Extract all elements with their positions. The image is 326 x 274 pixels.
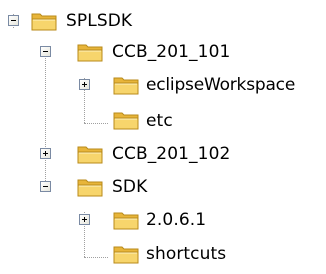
- collapse-toggle-icon[interactable]: [40, 46, 51, 57]
- collapse-toggle-icon[interactable]: [40, 181, 51, 192]
- collapse-toggle-icon[interactable]: [8, 15, 19, 26]
- tree-item-label: SPLSDK: [66, 11, 133, 31]
- expand-toggle-icon[interactable]: [40, 148, 51, 159]
- folder-icon: [31, 13, 57, 31]
- tree-item-label: 2.0.6.1: [146, 210, 207, 230]
- folder-icon: [113, 77, 139, 95]
- tree-item-eclipseworkspace[interactable]: eclipseWorkspace: [0, 73, 326, 99]
- folder-tree: SPLSDK CCB_201_101 eclipseWorkspace etc: [0, 0, 326, 274]
- expand-toggle-icon[interactable]: [79, 214, 90, 225]
- tree-item-label: CCB_201_101: [112, 42, 231, 62]
- tree-item-ccb-201-102[interactable]: CCB_201_102: [0, 141, 240, 167]
- folder-icon: [113, 246, 139, 264]
- tree-item-2-0-6-1[interactable]: 2.0.6.1: [0, 207, 240, 233]
- tree-item-sdk[interactable]: SDK: [0, 174, 200, 200]
- tree-item-label: eclipseWorkspace: [146, 75, 296, 95]
- tree-item-label: etc: [146, 111, 173, 131]
- folder-icon: [113, 112, 139, 130]
- tree-item-etc[interactable]: etc: [0, 107, 200, 133]
- tree-item-ccb-201-101[interactable]: CCB_201_101: [0, 39, 240, 65]
- tree-item-splsdk[interactable]: SPLSDK: [0, 8, 132, 34]
- tree-item-label: SDK: [112, 177, 148, 197]
- folder-icon: [77, 44, 103, 62]
- expand-toggle-icon[interactable]: [79, 79, 90, 90]
- folder-icon: [77, 146, 103, 164]
- folder-icon: [113, 212, 139, 230]
- tree-item-label: CCB_201_102: [112, 144, 231, 164]
- tree-item-label: shortcuts: [146, 244, 227, 264]
- folder-icon: [77, 179, 103, 197]
- tree-item-shortcuts[interactable]: shortcuts: [0, 241, 240, 267]
